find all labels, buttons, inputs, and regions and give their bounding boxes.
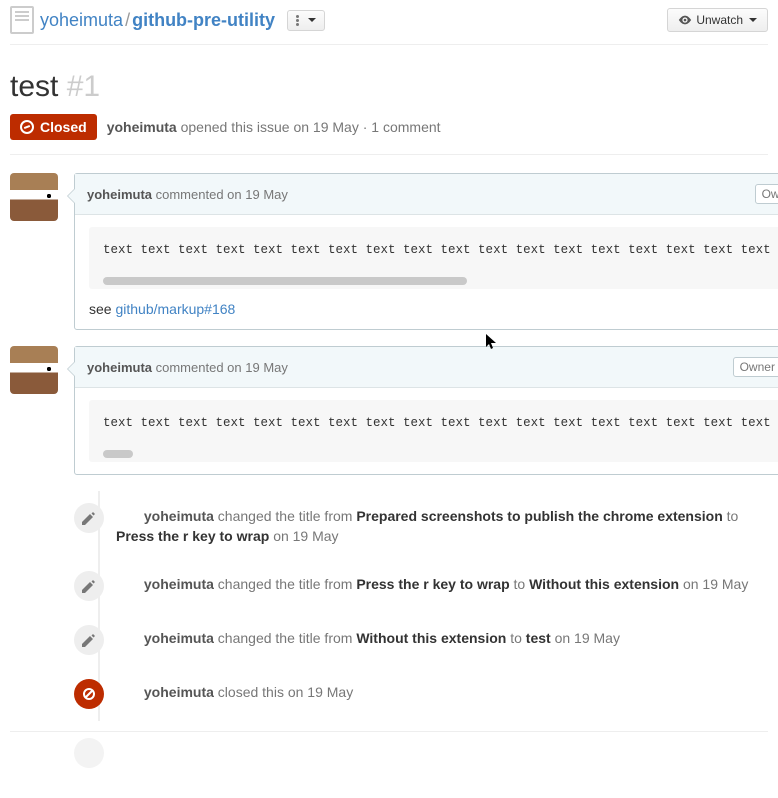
avatar-small[interactable] bbox=[116, 683, 136, 703]
owner-label: Owner bbox=[755, 184, 778, 204]
path-separator: / bbox=[123, 10, 132, 31]
closed-icon bbox=[74, 679, 104, 709]
pencil-icon bbox=[74, 571, 104, 601]
comment: yoheimuta commented on 19 May Owner +1 t… bbox=[74, 346, 778, 475]
comment: yoheimuta commented on 19 May Owner +1 t… bbox=[74, 173, 778, 330]
avatar-small[interactable] bbox=[116, 575, 136, 595]
comment-header: yoheimuta commented on 19 May Owner +1 bbox=[75, 347, 778, 388]
comment-date: on 19 May bbox=[227, 360, 288, 375]
unwatch-button[interactable]: Unwatch bbox=[667, 8, 768, 32]
mouse-cursor bbox=[486, 334, 498, 350]
caret-down-icon bbox=[308, 18, 316, 22]
avatar-small[interactable] bbox=[116, 507, 136, 527]
comment-author[interactable]: yoheimuta bbox=[87, 187, 152, 202]
horizontal-scrollbar[interactable] bbox=[103, 277, 467, 285]
eye-icon bbox=[678, 13, 692, 27]
repo-link[interactable]: github-pre-utility bbox=[132, 10, 275, 31]
comment-header: yoheimuta commented on 19 May Owner +1 bbox=[75, 174, 778, 215]
owner-link[interactable]: yoheimuta bbox=[40, 10, 123, 31]
comment-body: text text text text text text text text … bbox=[75, 215, 778, 329]
pencil-icon bbox=[74, 625, 104, 655]
comment-body: text text text text text text text text … bbox=[75, 388, 778, 474]
comment-body-text: see github/markup#168 bbox=[89, 301, 778, 317]
repo-header: yoheimuta / github-pre-utility Unwatch bbox=[10, 0, 768, 45]
pencil-icon bbox=[74, 503, 104, 533]
unwatch-label: Unwatch bbox=[696, 13, 743, 27]
issue-number: #1 bbox=[67, 70, 100, 103]
comment-wrapper: yoheimuta commented on 19 May Owner +1 t… bbox=[10, 173, 768, 330]
code-block[interactable]: text text text text text text text text … bbox=[89, 400, 778, 462]
comment-date: on 19 May bbox=[227, 187, 288, 202]
fork-select-button[interactable] bbox=[287, 10, 325, 31]
rename-event: yoheimuta changed the title from Press t… bbox=[74, 559, 768, 613]
event-author[interactable]: yoheimuta bbox=[144, 576, 214, 592]
issue-title-row: test #1 bbox=[10, 45, 768, 104]
avatar-small[interactable] bbox=[116, 629, 136, 649]
avatar[interactable] bbox=[10, 173, 58, 221]
issue-reference-link[interactable]: github/markup#168 bbox=[115, 301, 235, 317]
issue-author[interactable]: yoheimuta bbox=[107, 119, 177, 135]
repo-icon bbox=[10, 6, 34, 34]
issue-state-badge: Closed bbox=[10, 114, 97, 140]
event-author[interactable]: yoheimuta bbox=[144, 684, 214, 700]
code-block[interactable]: text text text text text text text text … bbox=[89, 227, 778, 289]
horizontal-scrollbar[interactable] bbox=[103, 450, 133, 458]
rename-event: yoheimuta changed the title from Without… bbox=[74, 613, 768, 667]
owner-label: Owner bbox=[733, 357, 778, 377]
discussion: yoheimuta commented on 19 May Owner +1 t… bbox=[10, 155, 768, 761]
issue-title: test #1 bbox=[10, 70, 768, 104]
faded-timeline-row bbox=[10, 731, 768, 761]
event-author[interactable]: yoheimuta bbox=[144, 508, 214, 524]
timeline-events: yoheimuta changed the title from Prepare… bbox=[10, 491, 768, 721]
comment-author[interactable]: yoheimuta bbox=[87, 360, 152, 375]
issue-meta: Closed yoheimuta opened this issue on 19… bbox=[10, 104, 768, 155]
closed-icon bbox=[20, 120, 34, 134]
closed-event: yoheimuta closed this on 19 May bbox=[74, 667, 768, 721]
event-author[interactable]: yoheimuta bbox=[144, 630, 214, 646]
avatar[interactable] bbox=[10, 346, 58, 394]
rename-event: yoheimuta changed the title from Prepare… bbox=[74, 491, 768, 559]
issue-byline: yoheimuta opened this issue on 19 May · … bbox=[107, 119, 441, 135]
comment-wrapper: yoheimuta commented on 19 May Owner +1 t… bbox=[10, 346, 768, 475]
caret-down-icon bbox=[749, 18, 757, 22]
